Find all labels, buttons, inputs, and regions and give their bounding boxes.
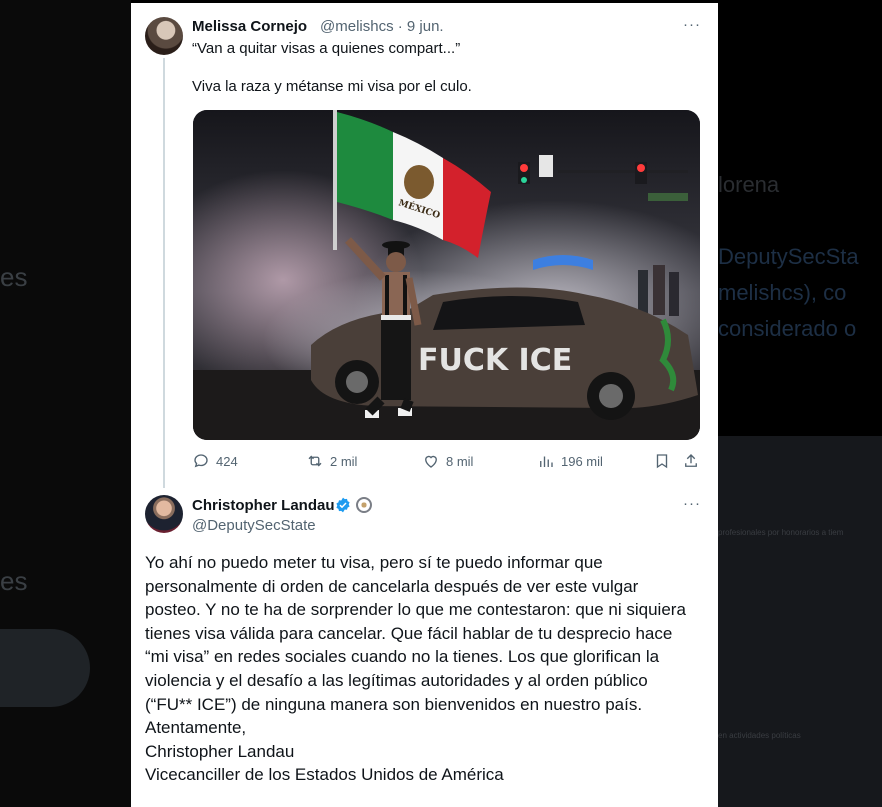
background-text-fragment: lorena [718, 172, 780, 197]
like-count: 8 mil [446, 453, 474, 469]
author-avatar[interactable] [145, 495, 183, 533]
background-sidebar-panel [718, 436, 882, 807]
share-button[interactable] [682, 452, 700, 470]
repost-count: 2 mil [330, 453, 358, 469]
bookmark-icon [656, 454, 668, 469]
government-seal-icon[interactable] [356, 497, 372, 513]
background-text-fragment: es [0, 262, 28, 292]
background-text-fragment: DeputySecSta [718, 244, 859, 269]
more-options-icon[interactable]: ··· [683, 495, 701, 512]
tweet-text-line: personalmente di orden de cancelarla des… [145, 576, 639, 596]
tweet-text-line: Vicecanciller de los Estados Unidos de A… [145, 765, 504, 785]
tweet-text-line: posteo. Y no te ha de sorprender lo que … [145, 600, 686, 620]
tweet-photo[interactable]: FUCK ICE MÉXICO [193, 110, 700, 440]
tweet-text-line: Christopher Landau [145, 741, 295, 761]
repost-icon [308, 455, 322, 467]
tweet-text-line: tienes visa válida para cancelar. Que fá… [145, 623, 673, 643]
tweet-text-line: “mi visa” en redes sociales cuando no la… [145, 647, 660, 667]
background-small-text: profesionales por honorarios a tiem [718, 528, 844, 537]
author-name[interactable]: Christopher Landau [192, 497, 335, 514]
protest-scene-image: FUCK ICE MÉXICO [193, 110, 700, 440]
author-name[interactable]: Melissa Cornejo [192, 18, 307, 35]
author-handle[interactable]: @DeputySecState [192, 517, 316, 534]
background-text-fragment: es [0, 566, 28, 596]
reply-icon [194, 454, 208, 468]
views-button[interactable]: 196 mil [537, 452, 603, 470]
views-chart-icon [540, 456, 553, 467]
background-pill-button [0, 629, 90, 707]
background-small-text: en actividades políticas [718, 731, 801, 740]
background-left-panel: es es [0, 0, 131, 807]
reply-button[interactable]: 424 [192, 452, 238, 470]
tweet-text-line: violencia y el desafío a las legítimas a… [145, 670, 648, 690]
car-graffiti-text: FUCK ICE [418, 343, 572, 378]
tweet-text-line: Atentamente, [145, 718, 247, 738]
tweet-text-line: (“FU** ICE”) de ninguna manera son bienv… [145, 694, 643, 714]
author-handle-date[interactable]: @melishcs · 9 jun. [320, 18, 444, 35]
tweet-text: Viva la raza y métanse mi visa por el cu… [192, 78, 472, 95]
bookmark-button[interactable] [653, 452, 671, 470]
verified-badge-icon[interactable] [335, 497, 351, 513]
views-count: 196 mil [561, 453, 603, 469]
background-text-fragment: melishcs), co [718, 280, 847, 305]
thread-connector-line [163, 58, 165, 488]
background-right-panel: lorena DeputySecSta melishcs), co consid… [718, 0, 882, 807]
quoted-tweet-snippet: “Van a quitar visas a quienes compart...… [192, 40, 461, 57]
author-avatar[interactable] [145, 17, 183, 55]
tweet-text: Yo ahí no puedo meter tu visa, pero sí t… [145, 551, 705, 787]
tweet-text-line: Yo ahí no puedo meter tu visa, pero sí t… [145, 553, 603, 572]
background-text-fragment: considerado o [718, 316, 857, 341]
reply-count: 424 [216, 453, 238, 469]
heart-icon [425, 455, 437, 468]
repost-button[interactable]: 2 mil [306, 452, 357, 470]
more-options-icon[interactable]: ··· [683, 16, 701, 33]
like-button[interactable]: 8 mil [422, 452, 473, 470]
share-icon [685, 454, 697, 467]
